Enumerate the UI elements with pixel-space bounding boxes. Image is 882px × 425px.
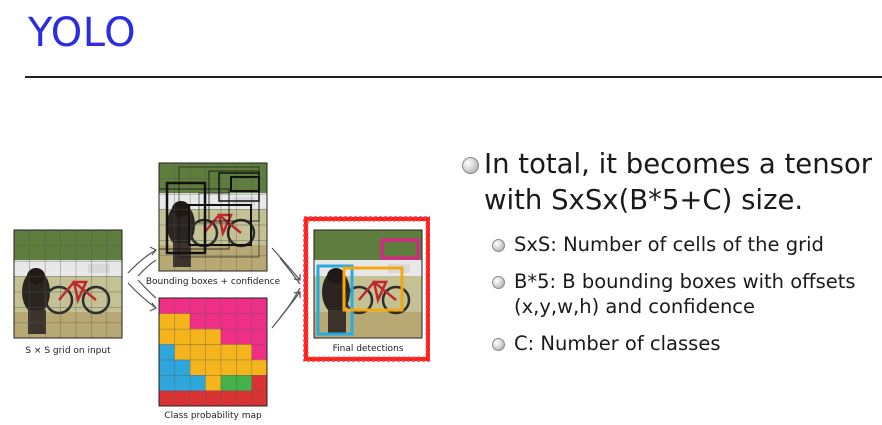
main-bullet-line-1: In total, it becomes a tensor (484, 148, 873, 180)
sub-bullet-boxes: B*5: B bounding boxes with offsets (x,y,… (462, 269, 877, 319)
sub-bullet-line: (x,y,w,h) and confidence (514, 295, 756, 318)
final-detections-panel (303, 216, 431, 362)
classmap-caption: Class probability map (164, 411, 262, 420)
merge-arrows (271, 247, 301, 329)
sub-bullet-line: C: Number of classes (514, 332, 721, 355)
bullet-dot-icon (462, 157, 479, 174)
bullet-dot-icon (492, 239, 505, 252)
yolo-figure: S × S grid on input Bounding boxes + con… (10, 158, 431, 421)
sub-bullet-line: B*5: B bounding boxes with offsets (514, 270, 856, 293)
bullet-list: In total, it becomes a tensor with SxSx(… (462, 146, 877, 356)
main-bullet-line-2: with SxSx(B*5+C) size. (484, 184, 804, 216)
grid-caption: S × S grid on input (25, 346, 111, 356)
bounding-boxes-panel (157, 161, 269, 273)
sub-bullet-grid: SxS: Number of cells of the grid (462, 232, 877, 257)
sub-bullet-classes: C: Number of classes (462, 331, 877, 356)
final-caption: Final detections (333, 344, 404, 354)
class-probability-map-panel (158, 297, 268, 407)
slide-title: YOLO (28, 10, 137, 56)
sub-bullet-line: SxS: Number of cells of the grid (514, 233, 824, 256)
title-divider (25, 76, 882, 78)
bullet-dot-icon (492, 276, 505, 289)
grid-input-panel (12, 228, 124, 340)
boxes-caption: Bounding boxes + confidence (146, 277, 281, 287)
main-bullet: In total, it becomes a tensor with SxSx(… (462, 146, 877, 218)
bullet-dot-icon (492, 338, 505, 351)
